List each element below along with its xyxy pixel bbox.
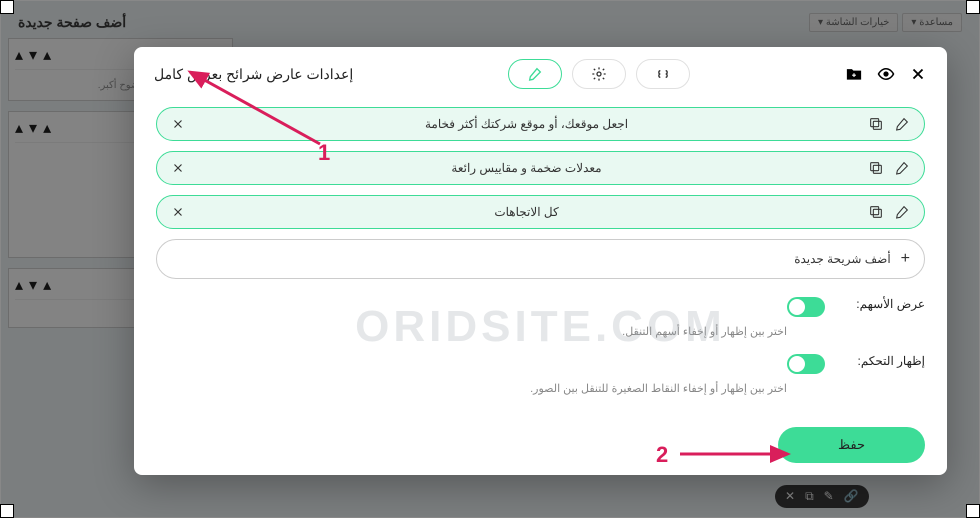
dots-toggle[interactable] <box>787 354 825 374</box>
slide-item: معدلات ضخمة و مقاييس رائعة <box>156 151 925 185</box>
tab-content[interactable] <box>508 59 562 89</box>
pencil-icon[interactable] <box>894 116 910 132</box>
slide-text: معدلات ضخمة و مقاييس رائعة <box>195 161 858 175</box>
folder-add-icon[interactable] <box>845 65 863 83</box>
plus-icon: + <box>901 250 910 268</box>
remove-slide-icon[interactable] <box>171 117 185 131</box>
tab-code[interactable] <box>636 59 690 89</box>
arrows-label: عرض الأسهم: <box>839 297 925 311</box>
dots-help: اختر بين إظهار أو إخفاء النقاط الصغيرة ل… <box>156 382 787 395</box>
copy-icon[interactable] <box>868 116 884 132</box>
save-button[interactable]: حفظ <box>778 427 925 463</box>
arrows-help: اختر بين إظهار أو إخفاء أسهم التنقل. <box>156 325 787 338</box>
slide-item: اجعل موقعك، أو موقع شركتك أكثر فخامة <box>156 107 925 141</box>
slide-item: كل الاتجاهات <box>156 195 925 229</box>
dots-label: إظهار التحكم: <box>839 354 925 368</box>
eye-icon[interactable] <box>877 65 895 83</box>
remove-slide-icon[interactable] <box>171 161 185 175</box>
tab-settings[interactable] <box>572 59 626 89</box>
pencil-icon[interactable] <box>894 160 910 176</box>
copy-icon[interactable] <box>868 204 884 220</box>
add-slide-button[interactable]: + أضف شريحة جديدة <box>156 239 925 279</box>
remove-slide-icon[interactable] <box>171 205 185 219</box>
arrows-toggle[interactable] <box>787 297 825 317</box>
modal-title: إعدادات عارض شرائح بعرض كامل <box>154 66 353 83</box>
pencil-icon[interactable] <box>894 204 910 220</box>
add-slide-label: أضف شريحة جديدة <box>794 252 890 266</box>
close-icon[interactable] <box>909 65 927 83</box>
slider-settings-modal: إعدادات عارض شرائح بعرض كامل اجعل موقعك،… <box>134 47 947 475</box>
slide-text: كل الاتجاهات <box>195 205 858 219</box>
slide-text: اجعل موقعك، أو موقع شركتك أكثر فخامة <box>195 117 858 131</box>
copy-icon[interactable] <box>868 160 884 176</box>
